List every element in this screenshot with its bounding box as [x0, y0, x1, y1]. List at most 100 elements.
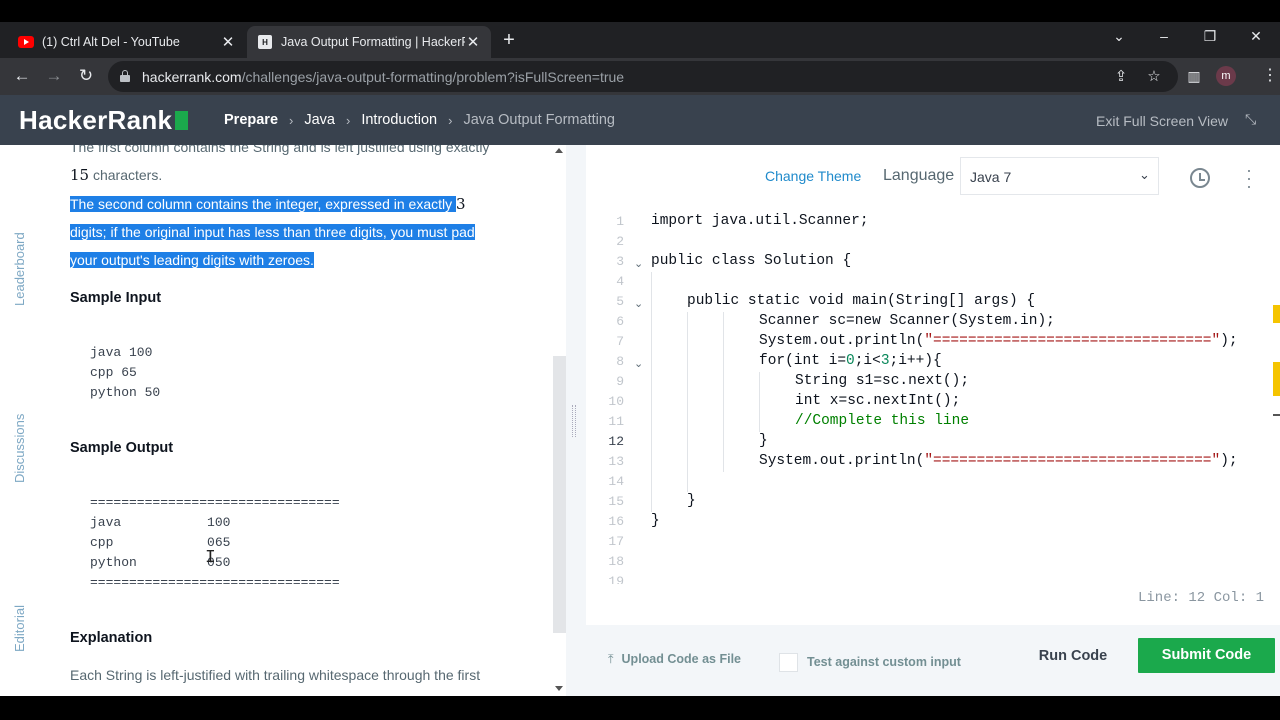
code-line-6[interactable]: Scanner sc=new Scanner(System.in);	[759, 313, 1055, 329]
sample-output-line: ================================	[90, 575, 340, 590]
browser-tab-hackerrank[interactable]: H Java Output Formatting | HackerRank ✕	[247, 26, 491, 58]
tab-search-chevron-icon[interactable]: ⌄	[1109, 28, 1129, 45]
rail-leaderboard[interactable]: Leaderboard	[12, 232, 27, 306]
line-number: 11	[608, 414, 624, 429]
breadcrumb-prepare[interactable]: Prepare	[224, 112, 278, 128]
highlighted-text: digits; if the original input has less t…	[70, 224, 475, 240]
code-line-12[interactable]: }	[759, 433, 768, 449]
close-icon[interactable]: ✕	[220, 33, 236, 51]
window-close-icon[interactable]: ✕	[1246, 28, 1266, 45]
code-line-8[interactable]: for(int i=0;i<3;i++){	[759, 353, 942, 369]
panel-divider[interactable]	[566, 145, 586, 696]
line-number: 4	[616, 274, 624, 289]
sample-input-heading: Sample Input	[70, 290, 162, 306]
code-line-1[interactable]: import java.util.Scanner;	[651, 213, 869, 229]
youtube-icon	[18, 34, 34, 50]
breadcrumb-introduction[interactable]: Introduction	[361, 112, 437, 128]
code-line-10[interactable]: int x=sc.nextInt();	[795, 393, 960, 409]
restore-icon[interactable]: ❐	[1200, 28, 1220, 45]
browser-tab-youtube[interactable]: (1) Ctrl Alt Del - YouTube ✕	[8, 26, 246, 58]
problem-statement: The first column contains the String and…	[40, 145, 570, 696]
highlighted-text: your output's leading digits with zeroes…	[70, 252, 314, 268]
sample-output-heading: Sample Output	[70, 440, 174, 456]
chevron-down-icon: ⌄	[1139, 167, 1150, 182]
history-icon[interactable]	[1190, 168, 1210, 188]
back-arrow-icon[interactable]: ←	[11, 65, 33, 87]
resize-grip-icon[interactable]	[572, 405, 576, 437]
code-line-16[interactable]: }	[651, 513, 660, 529]
rail-discussions[interactable]: Discussions	[12, 414, 27, 483]
upload-code-link[interactable]: ⤒ Upload Code as File	[608, 652, 741, 667]
indent-guide	[687, 312, 688, 492]
text-cursor-icon: I	[205, 548, 216, 568]
reload-icon[interactable]: ↻	[75, 65, 97, 87]
more-options-icon[interactable]: · · ·	[1244, 161, 1254, 195]
hackerrank-logo[interactable]: HackerRank	[19, 105, 189, 136]
custom-input-checkbox[interactable]	[779, 653, 798, 672]
language-value: Java 7	[970, 169, 1012, 185]
sidebar-icon[interactable]: ▥	[1183, 65, 1205, 87]
statement-line: 15 characters.	[70, 166, 163, 184]
lock-icon	[120, 70, 130, 82]
scrollbar-thumb[interactable]	[553, 356, 566, 633]
line-number: 5	[616, 294, 624, 309]
chevron-right-icon: ›	[289, 112, 294, 128]
custom-input-label[interactable]: Test against custom input	[807, 655, 961, 669]
minimize-icon[interactable]: –	[1154, 28, 1174, 44]
forward-arrow-icon[interactable]: →	[43, 65, 65, 87]
browser-tab-strip: (1) Ctrl Alt Del - YouTube ✕ H Java Outp…	[0, 22, 1280, 58]
breadcrumb-current: Java Output Formatting	[463, 112, 615, 128]
line-number: 1	[616, 214, 624, 229]
exit-fullscreen-link[interactable]: Exit Full Screen View	[1096, 113, 1228, 129]
statement-line: The first column contains the String and…	[70, 145, 490, 155]
highlighted-text: The second column contains the integer, …	[70, 195, 466, 213]
fold-chevron-icon[interactable]: ⌄	[634, 257, 643, 270]
line-number: 3	[616, 254, 624, 269]
code-line-13[interactable]: System.out.println("====================…	[759, 453, 1238, 469]
line-number: 16	[608, 514, 624, 529]
line-number: 10	[608, 394, 624, 409]
chevron-right-icon: ›	[448, 112, 453, 128]
close-icon[interactable]: ✕	[465, 33, 481, 51]
code-line-11[interactable]: //Complete this line	[795, 413, 969, 429]
breadcrumb: Prepare › Java › Introduction › Java Out…	[224, 112, 615, 128]
overview-ruler-mark	[1273, 305, 1280, 323]
code-line-9[interactable]: String s1=sc.next();	[795, 373, 969, 389]
address-bar[interactable]: hackerrank.com/challenges/java-output-fo…	[108, 61, 1178, 92]
language-label: Language	[883, 167, 955, 184]
breadcrumb-java[interactable]: Java	[304, 112, 335, 128]
screen: (1) Ctrl Alt Del - YouTube ✕ H Java Outp…	[0, 0, 1280, 720]
rail-editorial[interactable]: Editorial	[12, 605, 27, 652]
code-line-3[interactable]: public class Solution {	[651, 253, 851, 269]
change-theme-link[interactable]: Change Theme	[765, 168, 861, 184]
bookmark-star-icon[interactable]: ☆	[1144, 67, 1164, 87]
line-number: 14	[608, 474, 624, 489]
line-number: 17	[608, 534, 624, 549]
share-icon[interactable]: ⇪	[1111, 67, 1131, 87]
line-number: 9	[616, 374, 624, 389]
sample-output-line: ================================	[90, 495, 340, 510]
explanation-line: Each String is left-justified with trail…	[70, 667, 481, 683]
collapse-icon[interactable]: ⤡	[1245, 111, 1256, 128]
submit-code-button[interactable]: Submit Code	[1138, 638, 1275, 673]
code-line-5[interactable]: public static void main(String[] args) {	[687, 293, 1035, 309]
tab-title: (1) Ctrl Alt Del - YouTube	[42, 35, 180, 49]
profile-avatar[interactable]: m	[1216, 66, 1236, 86]
sample-input-line: cpp 65	[90, 365, 137, 380]
url-text: hackerrank.com/challenges/java-output-fo…	[142, 69, 625, 85]
upload-icon: ⤒	[608, 652, 614, 666]
chrome-menu-icon[interactable]: ⋮	[1262, 65, 1278, 85]
scroll-down-arrow-icon[interactable]	[555, 686, 563, 691]
language-select[interactable]: Java 7 ⌄	[960, 157, 1159, 195]
fold-chevron-icon[interactable]: ⌄	[634, 357, 643, 370]
overview-ruler-cursor	[1273, 414, 1280, 416]
new-tab-plus-icon[interactable]: +	[500, 30, 518, 52]
line-number: 18	[608, 554, 624, 569]
code-line-15[interactable]: }	[687, 493, 696, 509]
line-number: 6	[616, 314, 624, 329]
code-line-7[interactable]: System.out.println("====================…	[759, 333, 1238, 349]
fold-chevron-icon[interactable]: ⌄	[634, 297, 643, 310]
run-code-button[interactable]: Run Code	[1025, 640, 1121, 674]
scroll-up-arrow-icon[interactable]	[555, 148, 563, 153]
line-number: 13	[608, 454, 624, 469]
